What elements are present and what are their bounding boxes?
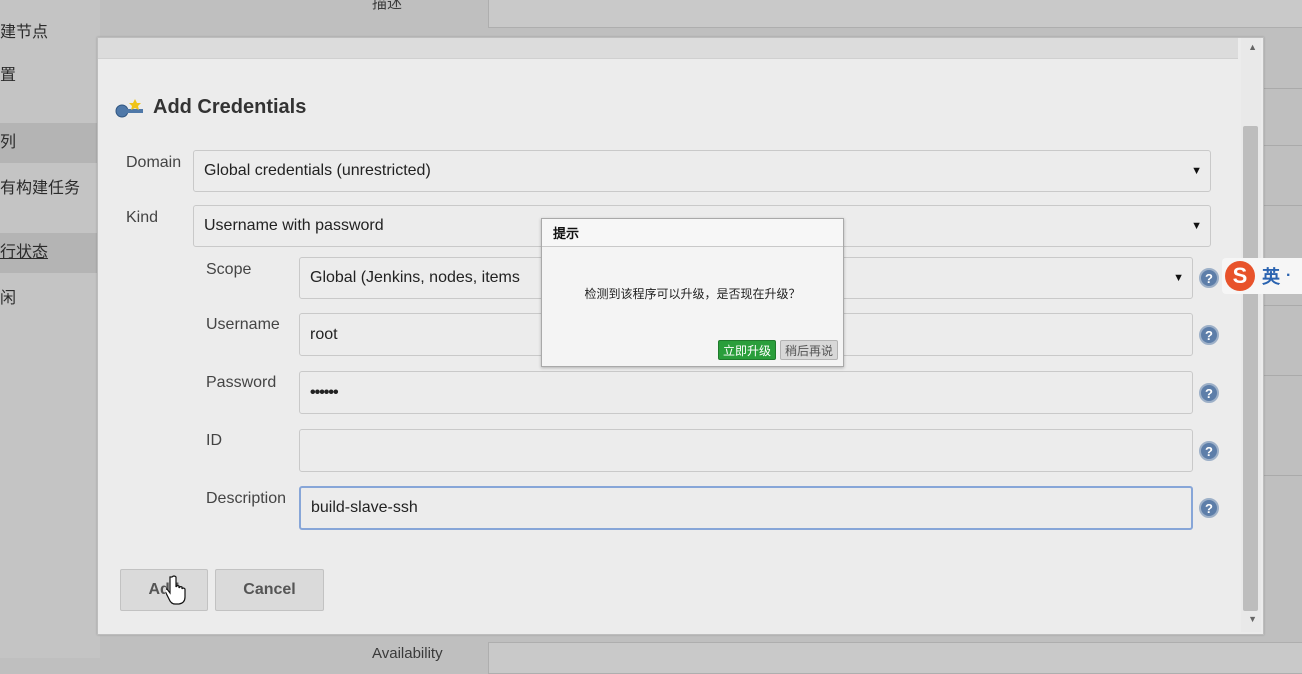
sidebar-item-config[interactable]: 置 [0,61,16,85]
add-button[interactable]: Add [120,569,208,611]
background-divider [1262,145,1302,146]
scope-label: Scope [206,261,252,278]
background-description-input[interactable] [488,0,1302,28]
upgrade-now-button[interactable]: 立即升级 [718,340,777,360]
ime-punctuation-toggle[interactable]: · [1286,267,1291,285]
upgrade-prompt-dialog: 提示 检测到该程序可以升级，是否现在升级？ 立即升级 稍后再说 [541,218,844,367]
username-label: Username [206,316,280,333]
password-field[interactable]: •••••• [299,371,1193,414]
description-field[interactable]: build-slave-ssh [299,486,1193,530]
background-divider [1262,375,1302,376]
modal-title-text: Add Credentials [153,96,307,118]
sidebar-item-exec-status[interactable]: 行状态 [0,233,100,273]
id-label: ID [206,432,222,449]
kind-label: Kind [126,209,159,226]
id-field[interactable] [299,429,1193,472]
background-divider [1262,205,1302,206]
cancel-button[interactable]: Cancel [215,569,324,611]
remind-later-button[interactable]: 稍后再说 [780,340,839,360]
sidebar-item-all-builds[interactable]: 有构建任务 [0,174,80,198]
username-value: root [310,325,338,343]
sidebar-item-new-node[interactable]: 建节点 [0,18,48,42]
kind-select-value: Username with password [204,217,384,234]
domain-select-value: Global credentials (unrestricted) [204,162,431,179]
background-availability-select[interactable] [488,642,1302,674]
dropdown-caret-icon: ▼ [1191,220,1202,232]
sidebar-item-views[interactable]: 列 [0,123,100,163]
sogou-logo-icon: S [1225,261,1255,291]
domain-select[interactable]: Global credentials (unrestricted) ▼ [193,150,1211,192]
password-value: •••••• [310,383,339,401]
scroll-up-arrow-icon[interactable]: ▲ [1248,42,1257,52]
background-divider [1262,88,1302,89]
dropdown-caret-icon: ▼ [1191,165,1202,177]
scroll-down-arrow-icon[interactable]: ▼ [1248,614,1257,624]
background-sidebar [0,0,100,658]
username-help-icon[interactable]: ? [1199,325,1219,345]
background-divider [1262,475,1302,476]
dialog-title: 提示 [542,219,843,247]
key-icon [115,98,143,117]
dropdown-caret-icon: ▼ [1173,272,1184,284]
password-help-icon[interactable]: ? [1199,383,1219,403]
sidebar-item-idle: 闲 [0,290,17,307]
description-help-icon[interactable]: ? [1199,498,1219,518]
ime-language-toggle[interactable]: 英 [1262,263,1280,289]
password-label: Password [206,374,277,391]
scope-select-value: Global (Jenkins, nodes, items [310,269,520,286]
scope-help-icon[interactable]: ? [1199,268,1219,288]
domain-label: Domain [126,154,182,171]
modal-top-bar [98,38,1238,59]
modal-title: Add Credentials [113,96,306,119]
description-label: Description [206,490,287,507]
id-help-icon[interactable]: ? [1199,441,1219,461]
scrollbar-thumb[interactable] [1243,126,1258,611]
description-value: build-slave-ssh [311,499,418,516]
background-availability-label: Availability [372,645,443,662]
background-description-label: 描述 [372,0,403,12]
hand-cursor-icon [166,575,186,605]
background-divider [1262,305,1302,306]
ime-toolbar[interactable]: S 英 · [1222,258,1302,294]
dialog-message: 检测到该程序可以升级，是否现在升级？ [584,287,801,301]
